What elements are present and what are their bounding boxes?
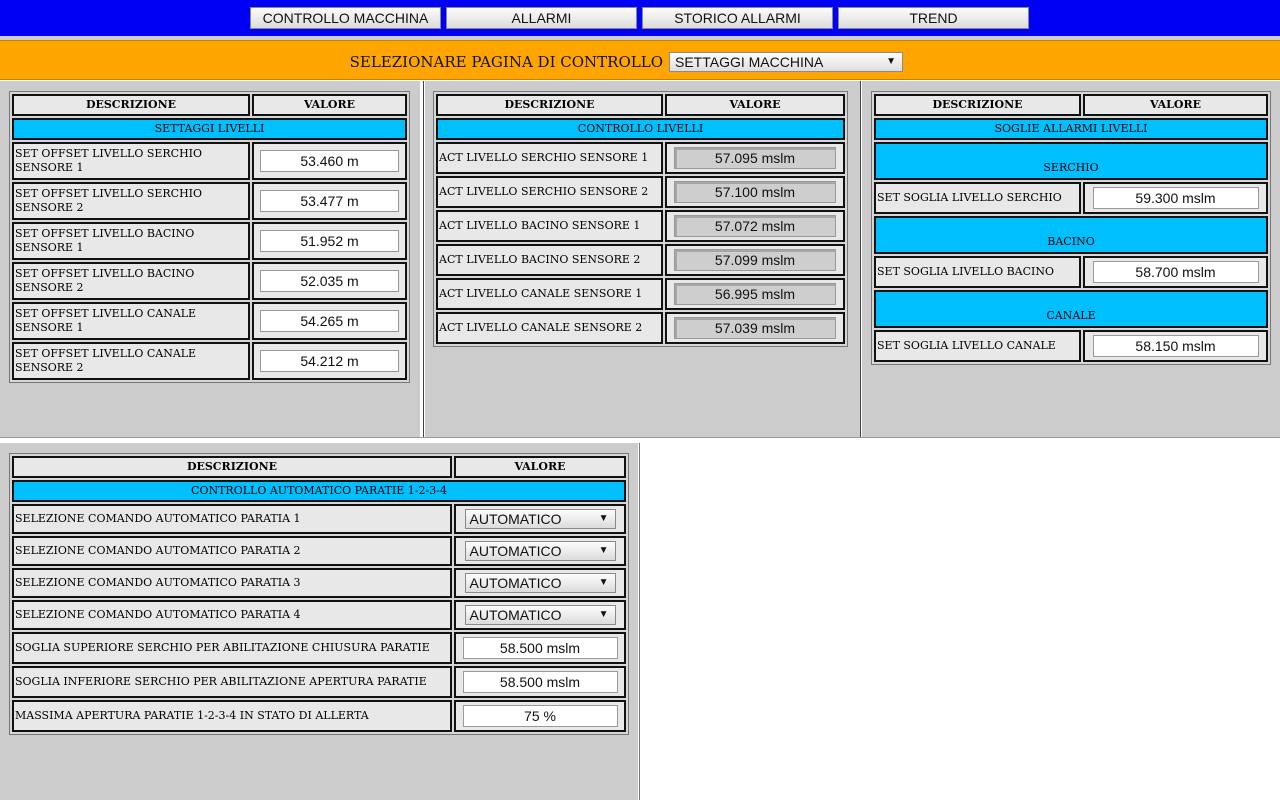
row-label: SET OFFSET LIVELLO CANALE SENSORE 2 (12, 342, 250, 380)
row-label: ACT LIVELLO CANALE SENSORE 2 (436, 312, 663, 344)
controllo-table: DESCRIZIONE VALORE CONTROLLO LIVELLI ACT… (433, 91, 848, 347)
header-descrizione: DESCRIZIONE (12, 456, 452, 478)
group-title-bacino: BACINO (874, 216, 1268, 254)
section-title: SETTAGGI LIVELLI (12, 118, 407, 140)
row-label: SET OFFSET LIVELLO BACINO SENSORE 2 (12, 262, 250, 300)
max-opening-input[interactable]: 75 % (462, 705, 618, 727)
level-readout: 57.100 mslm (674, 181, 836, 203)
row-label: ACT LIVELLO BACINO SENSORE 1 (436, 210, 663, 242)
page-select-bar: SELEZIONARE PAGINA DI CONTROLLO SETTAGGI… (0, 40, 1280, 80)
mode-select-value: AUTOMATICO (469, 543, 562, 559)
section-title: CONTROLLO AUTOMATICO PARATIE 1-2-3-4 (12, 480, 626, 502)
row-label: SELEZIONE COMANDO AUTOMATICO PARATIA 1 (12, 504, 452, 534)
section-title: SOGLIE ALLARMI LIVELLI (874, 118, 1268, 140)
threshold-input-bacino[interactable]: 58.700 mslm (1092, 261, 1259, 283)
page-select-dropdown[interactable]: SETTAGGI MACCHINA ▼ (669, 52, 903, 72)
level-readout: 57.039 mslm (674, 317, 836, 339)
mode-select-paratia-2[interactable]: AUTOMATICO ▼ (464, 541, 616, 561)
header-descrizione: DESCRIZIONE (874, 94, 1081, 116)
offset-input[interactable]: 53.460 m (260, 150, 399, 172)
page-select-label: SELEZIONARE PAGINA DI CONTROLLO (349, 53, 663, 71)
header-valore: VALORE (1083, 94, 1268, 116)
level-readout: 56.995 mslm (674, 283, 836, 305)
page-select-value: SETTAGGI MACCHINA (675, 54, 824, 70)
mode-select-value: AUTOMATICO (469, 607, 562, 623)
lower-threshold-input[interactable]: 58.500 mslm (462, 671, 618, 693)
chevron-down-icon: ▼ (598, 609, 609, 620)
level-readout: 57.072 mslm (674, 215, 836, 237)
chevron-down-icon: ▼ (598, 545, 609, 556)
row-label: SOGLIA INFERIORE SERCHIO PER ABILITAZION… (12, 666, 452, 698)
threshold-input-serchio[interactable]: 59.300 mslm (1092, 187, 1259, 209)
group-title-canale: CANALE (874, 290, 1268, 328)
header-descrizione: DESCRIZIONE (436, 94, 663, 116)
chevron-down-icon: ▼ (598, 577, 609, 588)
row-label: SET SOGLIA LIVELLO BACINO (874, 256, 1081, 288)
header-descrizione: DESCRIZIONE (12, 94, 250, 116)
row-label: SELEZIONE COMANDO AUTOMATICO PARATIA 3 (12, 568, 452, 598)
row-label: ACT LIVELLO SERCHIO SENSORE 2 (436, 176, 663, 208)
section-title: CONTROLLO LIVELLI (436, 118, 845, 140)
mode-select-value: AUTOMATICO (469, 575, 562, 591)
nav-button-storico-allarmi[interactable]: STORICO ALLARMI (642, 7, 833, 29)
row-label: SELEZIONE COMANDO AUTOMATICO PARATIA 4 (12, 600, 452, 630)
threshold-input-canale[interactable]: 58.150 mslm (1092, 335, 1259, 357)
mode-select-paratia-3[interactable]: AUTOMATICO ▼ (464, 573, 616, 593)
row-label: SET OFFSET LIVELLO SERCHIO SENSORE 1 (12, 142, 250, 180)
header-valore: VALORE (665, 94, 845, 116)
nav-button-controllo-macchina[interactable]: CONTROLLO MACCHINA (250, 7, 441, 29)
chevron-down-icon: ▼ (598, 513, 609, 524)
row-label: MASSIMA APERTURA PARATIE 1-2-3-4 IN STAT… (12, 700, 452, 732)
row-label: ACT LIVELLO BACINO SENSORE 2 (436, 244, 663, 276)
group-title-serchio: SERCHIO (874, 142, 1268, 180)
offset-input[interactable]: 54.212 m (260, 350, 399, 372)
level-readout: 57.095 mslm (674, 147, 836, 169)
settaggi-table: DESCRIZIONE VALORE SETTAGGI LIVELLI SET … (9, 91, 410, 383)
row-label: SET OFFSET LIVELLO SERCHIO SENSORE 2 (12, 182, 250, 220)
upper-threshold-input[interactable]: 58.500 mslm (462, 637, 618, 659)
nav-button-allarmi[interactable]: ALLARMI (446, 7, 637, 29)
row-label: SET OFFSET LIVELLO CANALE SENSORE 1 (12, 302, 250, 340)
offset-input[interactable]: 53.477 m (260, 190, 399, 212)
pane-divider (639, 443, 640, 800)
mode-select-value: AUTOMATICO (469, 511, 562, 527)
row-label: SOGLIA SUPERIORE SERCHIO PER ABILITAZION… (12, 632, 452, 664)
pane-divider (0, 437, 1280, 438)
paratie-table: DESCRIZIONE VALORE CONTROLLO AUTOMATICO … (9, 453, 629, 735)
header-valore: VALORE (252, 94, 407, 116)
row-label: SET SOGLIA LIVELLO CANALE (874, 330, 1081, 362)
row-label: SELEZIONE COMANDO AUTOMATICO PARATIA 2 (12, 536, 452, 566)
row-label: ACT LIVELLO SERCHIO SENSORE 1 (436, 142, 663, 174)
soglie-table: DESCRIZIONE VALORE SOGLIE ALLARMI LIVELL… (871, 91, 1271, 365)
offset-input[interactable]: 51.952 m (260, 230, 399, 252)
pane-divider (860, 81, 861, 438)
row-label: SET OFFSET LIVELLO BACINO SENSORE 1 (12, 222, 250, 260)
header-valore: VALORE (454, 456, 626, 478)
offset-input[interactable]: 52.035 m (260, 270, 399, 292)
top-nav-bar: CONTROLLO MACCHINA ALLARMI STORICO ALLAR… (0, 0, 1280, 36)
chevron-down-icon: ▼ (886, 56, 896, 67)
offset-input[interactable]: 54.265 m (260, 310, 399, 332)
nav-button-trend[interactable]: TREND (838, 7, 1029, 29)
row-label: SET SOGLIA LIVELLO SERCHIO (874, 182, 1081, 214)
pane-divider (423, 81, 424, 438)
mode-select-paratia-1[interactable]: AUTOMATICO ▼ (464, 509, 616, 529)
row-label: ACT LIVELLO CANALE SENSORE 1 (436, 278, 663, 310)
level-readout: 57.099 mslm (674, 249, 836, 271)
mode-select-paratia-4[interactable]: AUTOMATICO ▼ (464, 605, 616, 625)
